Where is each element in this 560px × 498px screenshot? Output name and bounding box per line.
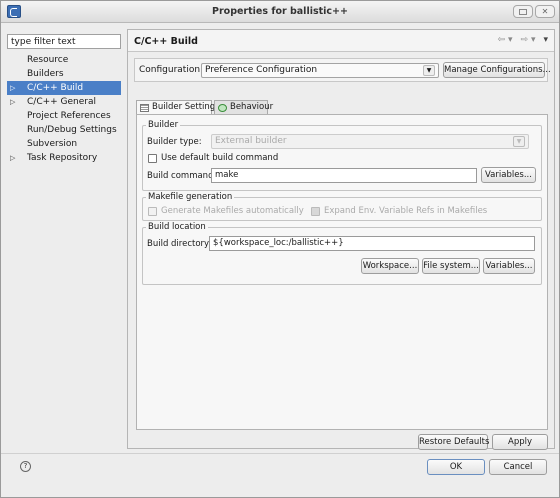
location-variables-button[interactable]: Variables... [483, 258, 535, 274]
tab-label: Builder Settings [152, 102, 220, 112]
behaviour-icon [218, 104, 227, 112]
tree-item-label: Project References [27, 111, 111, 121]
tree-item-label: Builders [27, 69, 64, 79]
use-default-checkbox[interactable] [148, 154, 157, 163]
tree-item-label: Resource [27, 55, 69, 65]
tree-item-label: C/C++ Build [27, 83, 84, 93]
apply-button[interactable]: Apply [492, 434, 548, 450]
back-arrow-icon[interactable]: ⇦ ▾ [498, 35, 513, 45]
build-command-input[interactable]: make [211, 168, 477, 183]
tab-builder-settings[interactable]: Builder Settings [136, 100, 220, 115]
tree-item-run-debug-settings[interactable]: Run/Debug Settings [7, 123, 121, 137]
builder-type-label: Builder type: [147, 137, 202, 147]
generate-makefiles-label: Generate Makefiles automatically [161, 206, 304, 216]
tab-behaviour[interactable]: Behaviour [214, 100, 273, 114]
group-legend: Builder [146, 120, 181, 130]
maximize-icon [519, 8, 527, 15]
build-location-group: Build location Build directory: ${worksp… [142, 222, 542, 285]
workspace-button[interactable]: Workspace... [361, 258, 419, 274]
expand-env-label: Expand Env. Variable Refs in Makefiles [324, 206, 488, 216]
dropdown-arrow-icon: ▼ [513, 136, 525, 147]
file-system-button[interactable]: File system... [422, 258, 480, 274]
builder-group: Builder Builder type: External builder ▼… [142, 120, 542, 191]
tree-item-project-references[interactable]: Project References [7, 109, 121, 123]
build-directory-input[interactable]: ${workspace_loc:/ballistic++} [209, 236, 535, 251]
builder-type-select[interactable]: External builder ▼ [211, 134, 529, 149]
tree-item-label: Run/Debug Settings [27, 125, 117, 135]
builder-settings-icon [140, 104, 149, 112]
tab-label: Behaviour [230, 102, 274, 112]
generate-makefiles-checkbox[interactable] [148, 207, 157, 216]
makefile-generation-group: Makefile generation Generate Makefiles a… [142, 192, 542, 221]
expand-arrow-icon[interactable]: ▷ [10, 95, 15, 109]
view-menu-icon[interactable]: ▾ [543, 35, 548, 45]
ok-button[interactable]: OK [427, 459, 485, 475]
filter-input[interactable]: type filter text [7, 34, 121, 49]
tree-item-label: Subversion [27, 139, 78, 149]
manage-configurations-button[interactable]: Manage Configurations... [443, 62, 551, 78]
expand-arrow-icon[interactable]: ▷ [10, 81, 15, 95]
builder-settings-panel: Builder Builder type: External builder ▼… [136, 114, 548, 430]
configuration-bar: Configuration: Preference Configuration … [134, 58, 551, 82]
expand-env-checkbox[interactable] [311, 207, 320, 216]
footer-divider [1, 453, 559, 454]
help-icon[interactable]: ? [20, 461, 31, 472]
build-command-label: Build command: [147, 171, 217, 181]
configuration-select[interactable]: Preference Configuration ▼ [201, 63, 439, 78]
tree-item-resource[interactable]: Resource [7, 53, 121, 67]
title-bar: Properties for ballistic++ ✕ [1, 1, 559, 23]
tree-item-builders[interactable]: Builders [7, 67, 121, 81]
group-legend: Makefile generation [146, 192, 235, 202]
dropdown-arrow-icon: ▼ [423, 65, 435, 76]
tree-item-task-repository[interactable]: ▷ Task Repository [7, 151, 121, 165]
cancel-button[interactable]: Cancel [489, 459, 547, 475]
expand-arrow-icon[interactable]: ▷ [10, 151, 15, 165]
group-legend: Build location [146, 222, 208, 232]
tree-item-subversion[interactable]: Subversion [7, 137, 121, 151]
page-header: C/C++ Build ⇦ ▾ ⇨ ▾ ▾ [128, 30, 554, 52]
maximize-button[interactable] [513, 5, 533, 18]
builder-variables-button[interactable]: Variables... [481, 167, 536, 183]
tree-item-label: C/C++ General [27, 97, 97, 107]
close-icon: ✕ [541, 7, 549, 16]
property-tree: Resource Builders ▷ C/C++ Build ▷ C/C++ Ge… [7, 53, 121, 165]
tree-item-label: Task Repository [27, 153, 98, 163]
properties-dialog: Properties for ballistic++ ✕ type filter… [0, 0, 560, 498]
window-title: Properties for ballistic++ [212, 6, 348, 17]
close-button[interactable]: ✕ [535, 5, 555, 18]
use-default-label: Use default build command [161, 153, 279, 163]
builder-type-value: External builder [215, 136, 287, 146]
configuration-value: Preference Configuration [205, 65, 318, 75]
forward-arrow-icon[interactable]: ⇨ ▾ [521, 35, 536, 45]
tree-item-cpp-general[interactable]: ▷ C/C++ General [7, 95, 121, 109]
restore-defaults-button[interactable]: Restore Defaults [418, 434, 489, 450]
build-directory-label: Build directory: [147, 239, 212, 249]
page-title: C/C++ Build [134, 36, 198, 47]
property-page: C/C++ Build ⇦ ▾ ⇨ ▾ ▾ Configuration: Pre… [127, 29, 555, 450]
configuration-label: Configuration: [139, 65, 204, 75]
tree-item-cpp-build[interactable]: ▷ C/C++ Build [7, 81, 121, 95]
left-pane: type filter text Resource Builders ▷ C/C+… [7, 34, 121, 447]
